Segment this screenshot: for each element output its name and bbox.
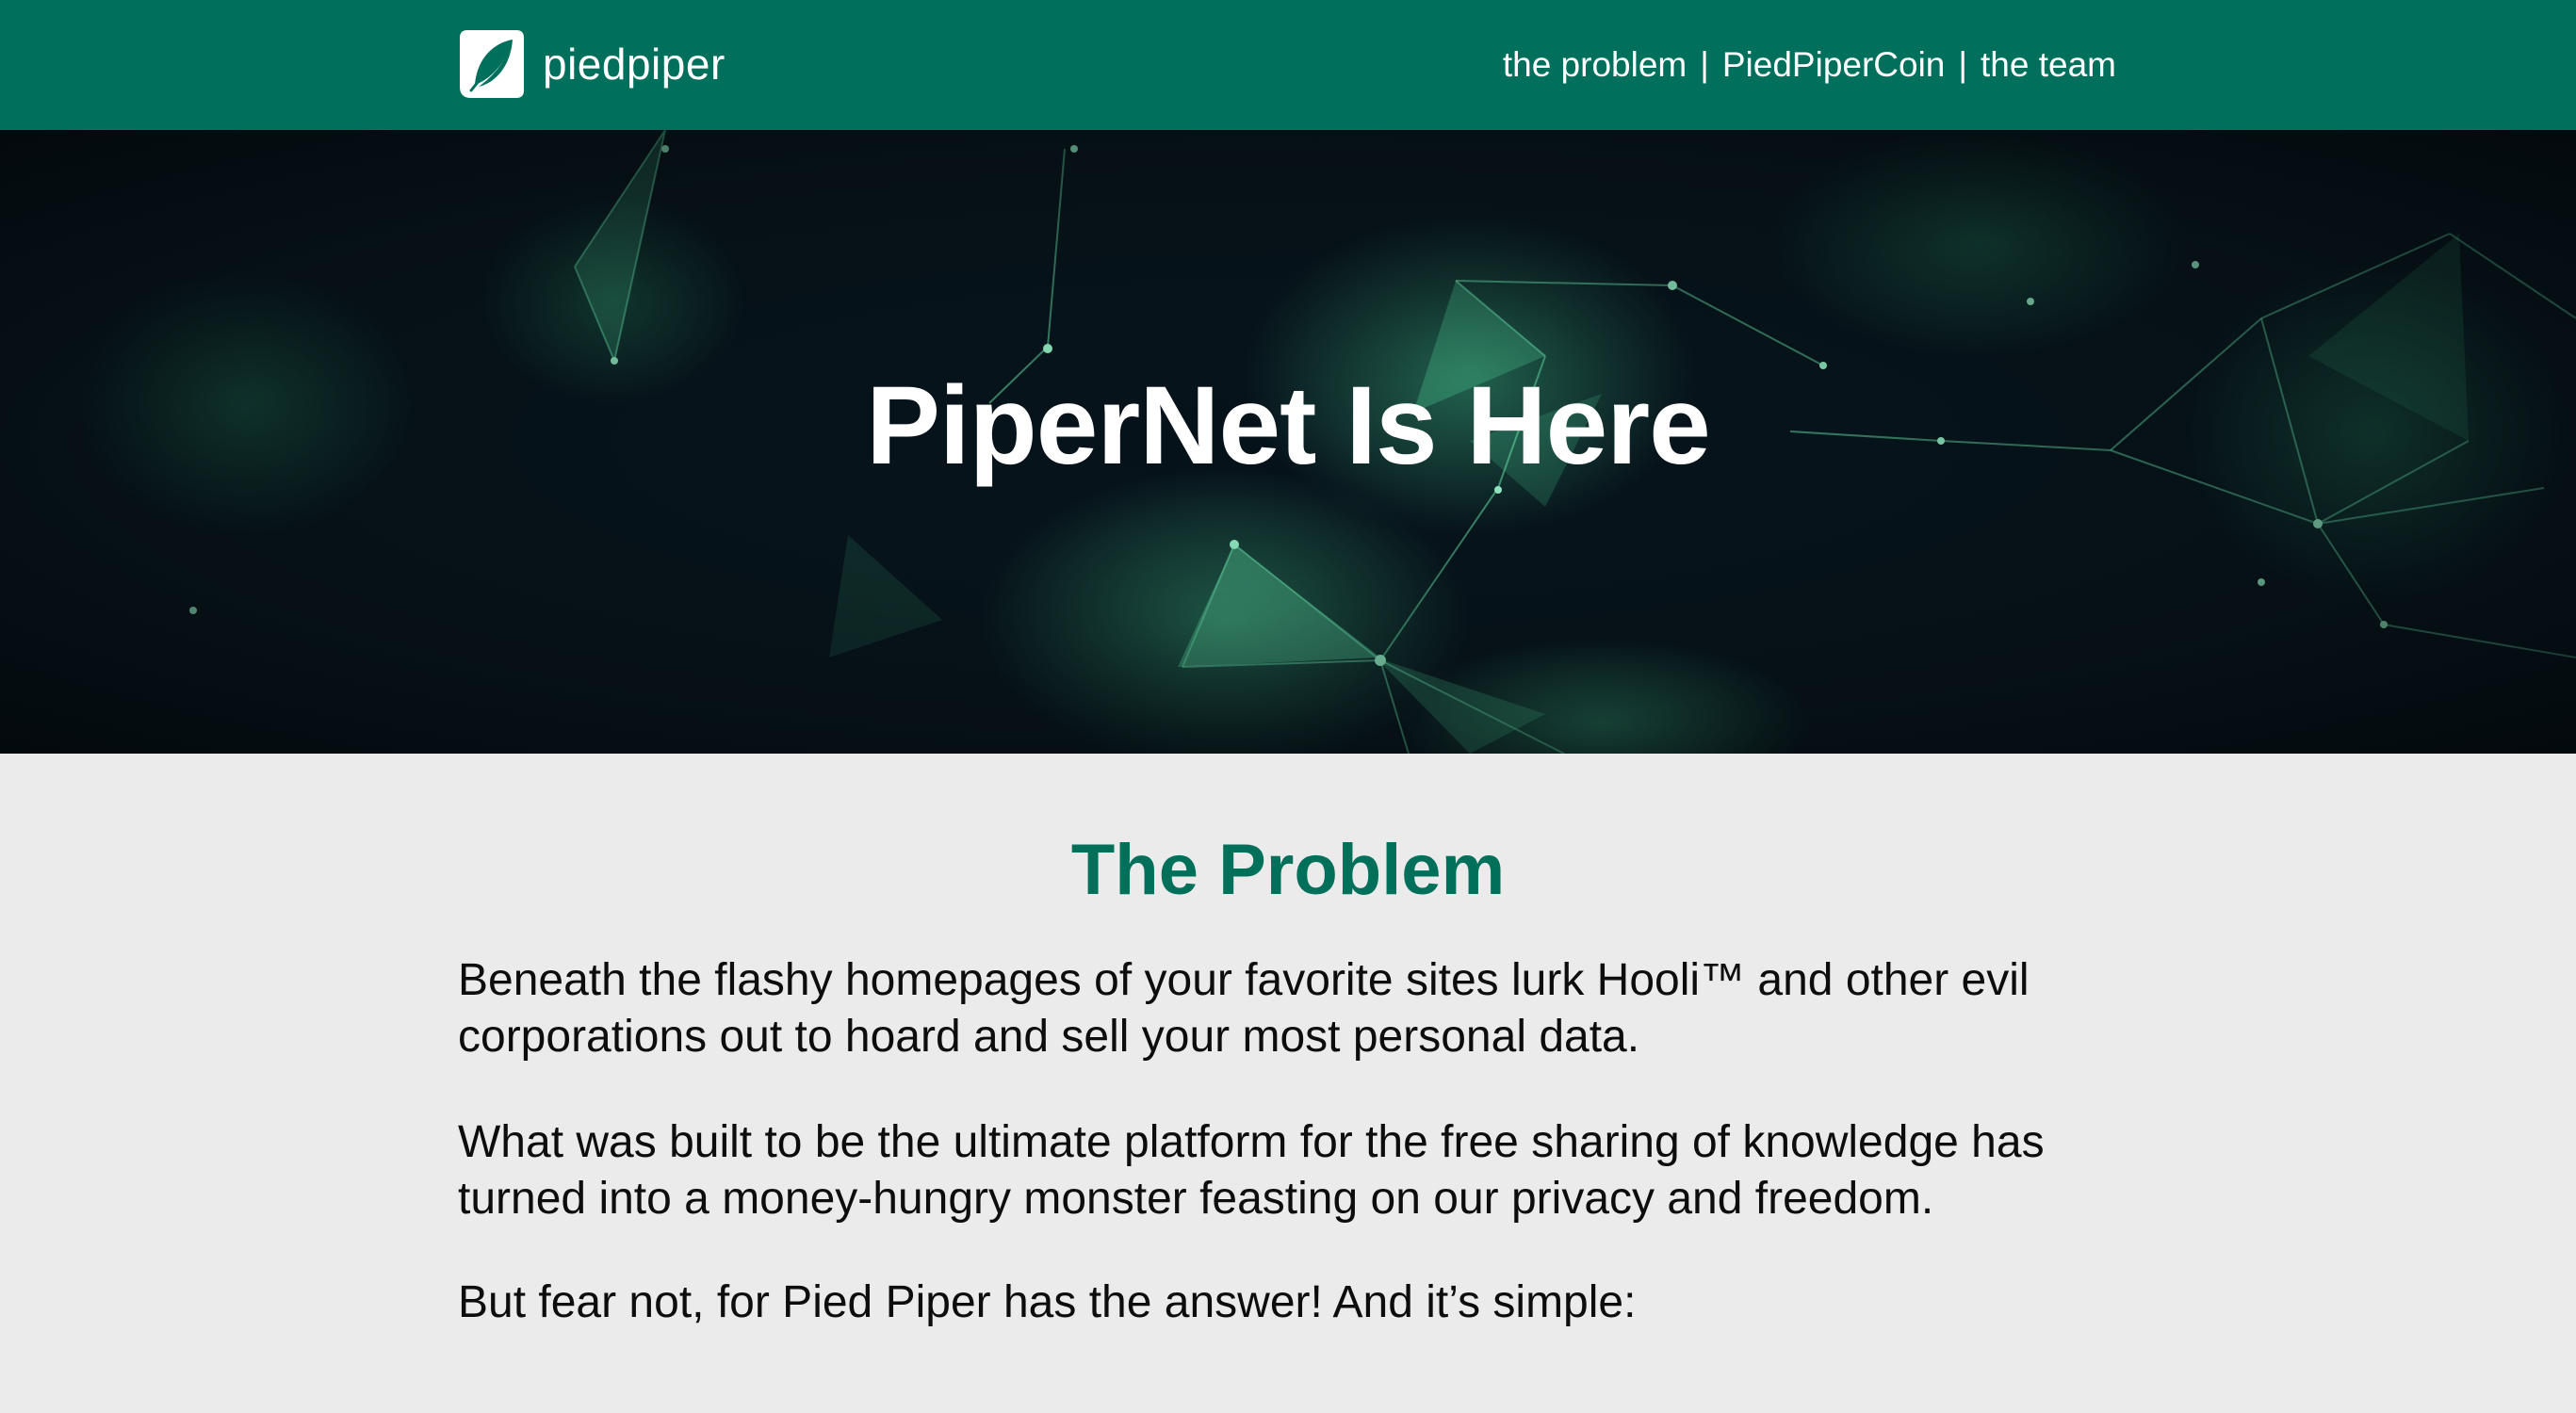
top-nav: the problem | PiedPiperCoin | the team xyxy=(1503,41,2116,89)
section-title: The Problem xyxy=(1070,830,1506,910)
nav-separator: | xyxy=(1700,45,1709,84)
nav-link-the-team[interactable]: the team xyxy=(1981,41,2116,89)
leaf-logo-icon xyxy=(460,30,524,98)
brand-logo-link[interactable]: piedpiper xyxy=(458,28,726,100)
nav-link-the-problem[interactable]: the problem xyxy=(1503,41,1687,89)
brand-name: piedpiper xyxy=(543,40,726,89)
problem-section: The Problem Beneath the flashy homepages… xyxy=(458,754,2118,1331)
problem-paragraph-2: What was built to be the ultimate platfo… xyxy=(458,1117,2045,1225)
problem-paragraph-1: Beneath the flashy homepages of your fav… xyxy=(458,955,2030,1063)
hero-banner: PiperNet Is Here xyxy=(0,130,2576,754)
nav-link-piedpipercoin[interactable]: PiedPiperCoin xyxy=(1722,41,1946,89)
nav-separator: | xyxy=(1958,45,1968,84)
hero-title: PiperNet Is Here xyxy=(866,364,1711,488)
site-header: piedpiper the problem | PiedPiperCoin | … xyxy=(0,0,2576,130)
problem-paragraph-3: But fear not, for Pied Piper has the ans… xyxy=(458,1277,1637,1328)
